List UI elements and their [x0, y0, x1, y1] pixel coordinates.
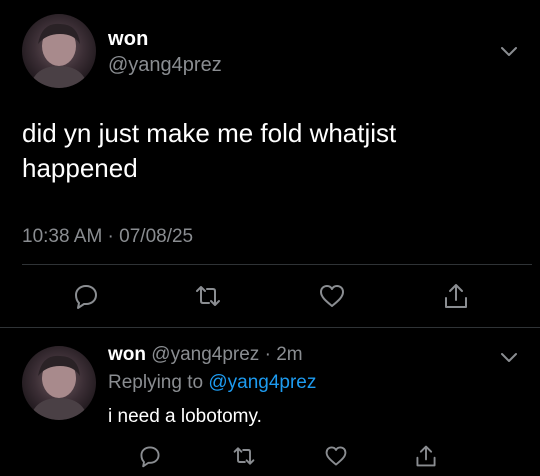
- timestamp[interactable]: 10:38 AM · 07/08/25: [22, 226, 193, 248]
- divider: [22, 264, 532, 265]
- avatar[interactable]: [22, 14, 96, 88]
- avatar[interactable]: [22, 346, 96, 420]
- share-icon[interactable]: [414, 444, 438, 468]
- reply-header: won @yang4prez · 2m: [108, 344, 303, 366]
- reply-tweet[interactable]: won @yang4prez · 2m Replying to @yang4pr…: [0, 328, 540, 476]
- avatar-image: [30, 23, 88, 88]
- tweet-text: did yn just make me fold whatjist happen…: [22, 116, 492, 186]
- replying-to-label: Replying to: [108, 372, 209, 393]
- reply-text: i need a lobotomy.: [108, 406, 262, 427]
- like-icon[interactable]: [324, 444, 348, 468]
- display-name[interactable]: won: [108, 28, 149, 51]
- user-handle[interactable]: @yang4prez: [151, 344, 259, 365]
- chevron-down-icon[interactable]: [498, 40, 520, 62]
- reply-icon[interactable]: [72, 282, 100, 310]
- chevron-down-icon[interactable]: [498, 346, 520, 368]
- display-name[interactable]: won: [108, 344, 146, 365]
- retweet-icon[interactable]: [194, 282, 222, 310]
- reply-icon[interactable]: [138, 444, 162, 468]
- share-icon[interactable]: [442, 282, 470, 310]
- retweet-icon[interactable]: [232, 444, 256, 468]
- tweet-text-line: happened: [22, 153, 138, 183]
- replying-to: Replying to @yang4prez: [108, 372, 316, 394]
- tweet-text-line: did yn just make me fold whatjist: [22, 118, 397, 148]
- main-tweet: won @yang4prez did yn just make me fold …: [0, 0, 540, 328]
- time-ago[interactable]: 2m: [276, 344, 302, 365]
- replying-to-mention[interactable]: @yang4prez: [208, 372, 316, 393]
- user-handle[interactable]: @yang4prez: [108, 54, 222, 77]
- like-icon[interactable]: [318, 282, 346, 310]
- avatar-image: [30, 355, 88, 420]
- separator: ·: [259, 344, 277, 365]
